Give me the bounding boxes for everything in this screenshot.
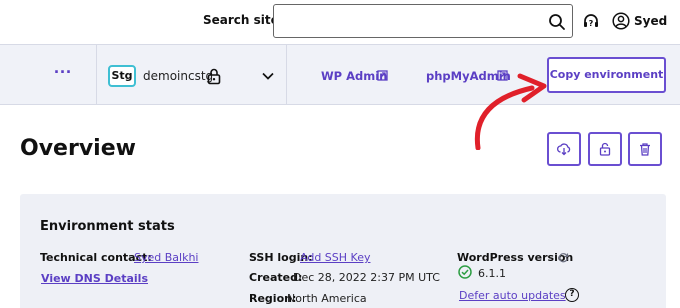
lock-icon xyxy=(207,68,221,85)
delete-environment-button[interactable] xyxy=(628,132,662,166)
refresh-icon[interactable] xyxy=(558,252,569,263)
search-icon[interactable] xyxy=(548,13,566,31)
user-avatar-icon[interactable] xyxy=(612,12,630,30)
help-icon[interactable]: ? xyxy=(565,288,579,302)
lock-icon xyxy=(599,142,611,156)
chevron-down-icon xyxy=(262,72,274,80)
support-headset-icon[interactable]: ? xyxy=(581,12,601,32)
environment-bar: ... Stg demoincstg WP Admin phpMyAdmin C… xyxy=(0,44,680,105)
check-circle-icon xyxy=(458,265,472,279)
wordpress-version-value: 6.1.1 xyxy=(478,267,506,280)
download-backup-button[interactable] xyxy=(547,132,581,166)
region-value: North America xyxy=(287,292,367,305)
section-title: Environment stats xyxy=(40,219,175,234)
technical-contact-link[interactable]: Syed Balkhi xyxy=(134,251,198,264)
created-value: Dec 28, 2022 2:37 PM UTC xyxy=(293,271,440,284)
divider xyxy=(286,45,287,105)
divider xyxy=(96,45,97,105)
external-link-icon[interactable] xyxy=(377,70,388,81)
lock-environment-button[interactable] xyxy=(588,132,622,166)
environment-selector[interactable]: Stg demoincstg xyxy=(106,45,286,105)
user-menu[interactable]: Syed xyxy=(634,14,667,28)
wordpress-version-label: WordPress version xyxy=(457,251,574,264)
top-bar: Search sites ? Syed xyxy=(0,0,680,44)
environment-stats-panel: Environment stats Technical contact: Sye… xyxy=(20,194,666,308)
view-dns-details-link[interactable]: View DNS Details xyxy=(41,272,148,285)
defer-auto-updates-link[interactable]: Defer auto updates xyxy=(459,289,566,302)
search-field[interactable] xyxy=(273,4,573,38)
more-options-button[interactable]: ... xyxy=(50,58,76,83)
svg-text:?: ? xyxy=(589,19,594,28)
environment-badge: Stg xyxy=(108,65,136,87)
search-input[interactable] xyxy=(280,11,540,31)
copy-environment-button[interactable]: Copy environment xyxy=(547,57,666,93)
cloud-download-icon xyxy=(557,143,571,156)
page-title: Overview xyxy=(20,136,136,161)
environment-name: demoincstg xyxy=(143,69,214,83)
trash-icon xyxy=(640,143,650,156)
add-ssh-key-link[interactable]: Add SSH Key xyxy=(300,251,370,264)
